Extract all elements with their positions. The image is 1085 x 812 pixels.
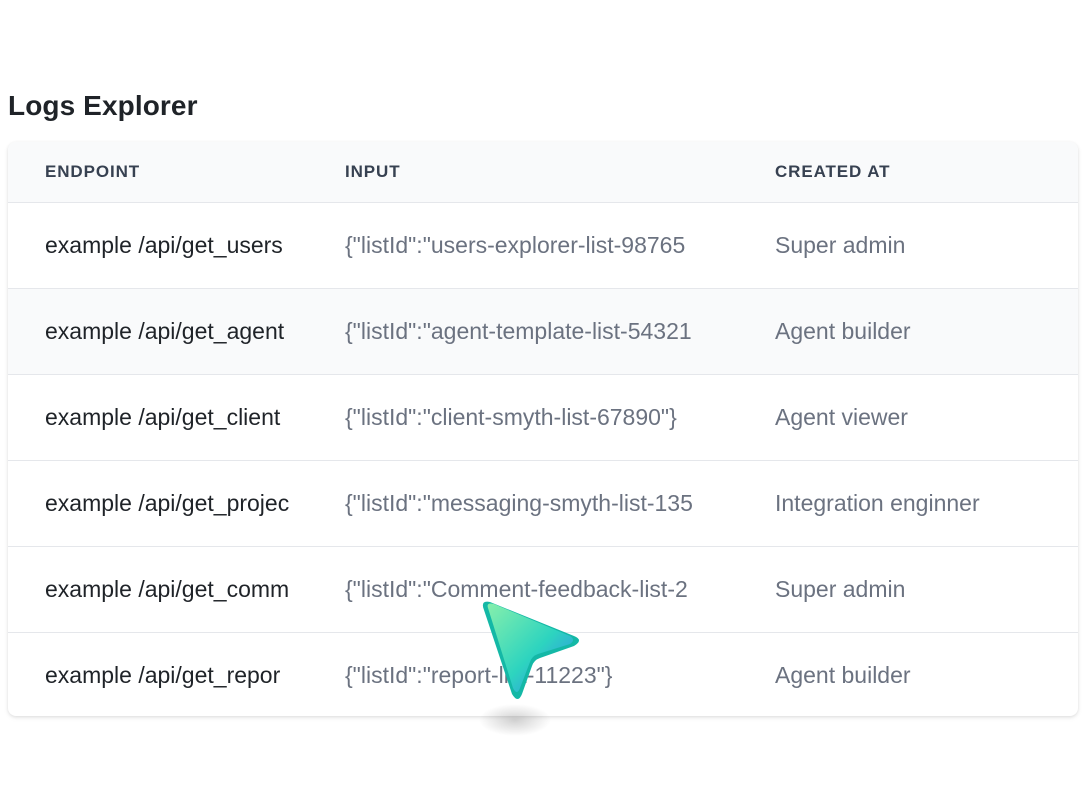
column-header-input[interactable]: INPUT [345,162,740,182]
cell-input: {"listId":"users-explorer-list-98765 [345,232,686,258]
cell-endpoint: example /api/get_users [45,232,283,258]
table-row[interactable]: example /api/get_repor {"listId":"report… [8,632,1078,716]
table-row[interactable]: example /api/get_client {"listId":"clien… [8,374,1078,460]
cell-created-at: Super admin [775,232,906,258]
table-row[interactable]: example /api/get_projec {"listId":"messa… [8,460,1078,546]
table-row[interactable]: example /api/get_agent {"listId":"agent-… [8,288,1078,374]
cell-input: {"listId":"messaging-smyth-list-135 [345,490,693,516]
cell-created-at: Agent builder [775,662,911,688]
page: Logs Explorer ENDPOINT INPUT CREATED AT … [0,0,1085,812]
logs-table: ENDPOINT INPUT CREATED AT example /api/g… [8,142,1078,716]
cell-endpoint: example /api/get_agent [45,318,285,344]
table-row[interactable]: example /api/get_comm {"listId":"Comment… [8,546,1078,632]
cell-endpoint: example /api/get_client [45,404,281,430]
cell-endpoint: example /api/get_projec [45,490,290,516]
table-header: ENDPOINT INPUT CREATED AT [8,142,1078,202]
cell-endpoint: example /api/get_repor [45,662,281,688]
cell-created-at: Agent builder [775,318,911,344]
cell-created-at: Agent viewer [775,404,908,430]
page-title: Logs Explorer [8,90,198,121]
cell-endpoint: example /api/get_comm [45,576,290,602]
cell-input: {"listId":"Comment-feedback-list-2 [345,576,688,602]
cell-created-at: Super admin [775,576,906,602]
cell-input: {"listId":"agent-template-list-54321 [345,318,692,344]
column-header-endpoint[interactable]: ENDPOINT [45,162,310,182]
column-header-created-at[interactable]: CREATED AT [775,162,1065,182]
cell-created-at: Integration enginner [775,490,980,516]
cell-input: {"listId":"client-smyth-list-67890"} [345,404,677,430]
cell-input: {"listId":"report-list-11223"} [345,662,613,688]
table-row[interactable]: example /api/get_users {"listId":"users-… [8,202,1078,288]
